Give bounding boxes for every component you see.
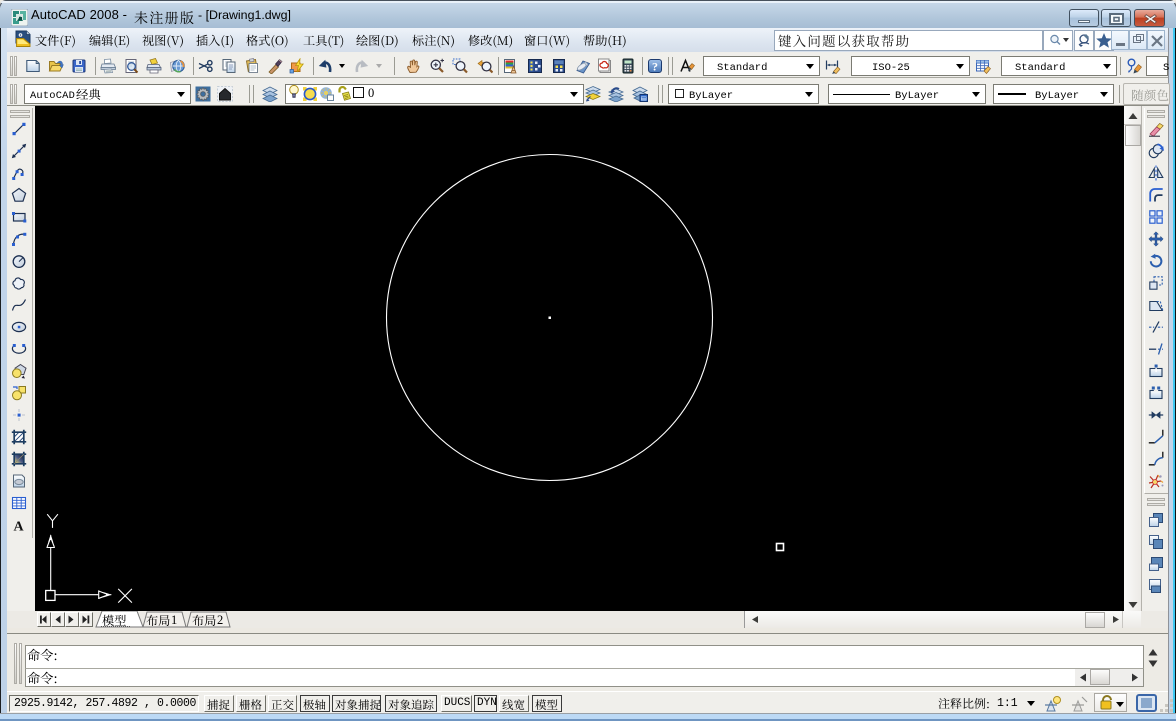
svg-text:A: A — [14, 520, 25, 534]
svg-text:?: ? — [652, 60, 658, 74]
